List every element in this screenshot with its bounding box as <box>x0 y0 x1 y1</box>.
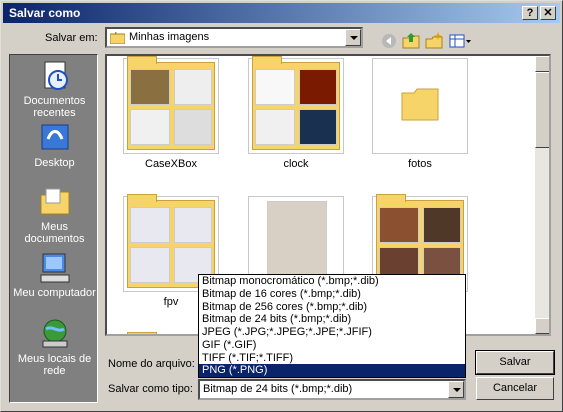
title-bar: Salvar como ? ✕ <box>3 3 560 23</box>
places-bar: Documentos recentes Desktop Meus documen… <box>9 54 98 403</box>
place-label: Meus locais de rede <box>17 353 92 377</box>
cancel-button[interactable]: Cancelar <box>476 377 554 400</box>
file-item[interactable]: clock <box>248 56 344 170</box>
scroll-thumb[interactable] <box>535 72 549 148</box>
file-type-value: Bitmap de 24 bits (*.bmp;*.dib) <box>203 383 353 395</box>
desktop-icon <box>41 124 68 150</box>
file-type-option[interactable]: JPEG (*.JPG;*.JPEG;*.JPE;*.JFIF) <box>199 326 465 339</box>
file-type-option[interactable]: Bitmap de 16 cores (*.bmp;*.dib) <box>199 288 465 301</box>
scroll-down-button[interactable] <box>535 318 549 334</box>
dialog-title: Salvar como <box>9 6 81 20</box>
place-label: Meu computador <box>13 287 96 299</box>
back-icon[interactable] <box>379 31 399 51</box>
up-folder-icon[interactable] <box>401 31 421 51</box>
save-in-dropdown-button[interactable] <box>345 29 361 46</box>
scroll-up-button[interactable] <box>535 56 549 72</box>
place-label: Documentos recentes <box>23 95 86 119</box>
file-item[interactable]: CaseXBox <box>123 56 219 170</box>
network-icon <box>42 319 67 348</box>
file-type-option[interactable]: Bitmap de 256 cores (*.bmp;*.dib) <box>199 301 465 314</box>
file-type-option[interactable]: Bitmap monocromático (*.bmp;*.dib) <box>199 275 465 288</box>
vertical-scrollbar[interactable] <box>535 56 549 334</box>
folder-thumbnail <box>123 56 219 154</box>
folder-icon <box>110 32 125 44</box>
file-type-dropdown-list[interactable]: Bitmap monocromático (*.bmp;*.dib) Bitma… <box>198 274 466 378</box>
place-network[interactable]: Meus locais de rede <box>10 317 99 377</box>
folder-thumbnail <box>248 56 344 154</box>
save-in-value: Minhas imagens <box>129 31 210 43</box>
file-type-option-selected[interactable]: PNG (*.PNG) <box>199 364 465 377</box>
file-type-dropdown-button[interactable] <box>448 381 464 398</box>
save-button[interactable]: Salvar <box>475 350 555 375</box>
my-computer-icon <box>40 253 69 283</box>
place-label: Meus documentos <box>24 221 85 245</box>
help-button[interactable]: ? <box>522 6 538 20</box>
file-name-label: Nome do arquivo: <box>108 358 195 370</box>
folder-thumbnail <box>372 58 468 154</box>
close-button[interactable]: ✕ <box>540 6 556 20</box>
file-type-option[interactable]: GIF (*.GIF) <box>199 339 465 352</box>
save-in-select[interactable]: Minhas imagens <box>105 27 363 48</box>
place-my-documents[interactable]: Meus documentos <box>10 185 99 245</box>
file-type-label: Salvar como tipo: <box>108 383 193 395</box>
save-as-dialog: Salvar como ? ✕ Salvar em: Minhas imagen… <box>0 0 563 412</box>
recent-docs-icon <box>44 61 68 90</box>
place-recent-docs[interactable]: Documentos recentes <box>10 59 99 119</box>
file-name: fotos <box>408 158 432 170</box>
file-type-option[interactable]: TIFF (*.TIF;*.TIFF) <box>199 352 465 365</box>
file-type-option[interactable]: Bitmap de 24 bits (*.bmp;*.dib) <box>199 313 465 326</box>
file-name: clock <box>283 158 309 170</box>
place-label: Desktop <box>34 157 75 169</box>
my-docs-icon <box>40 188 69 215</box>
file-item[interactable]: fotos <box>372 58 468 170</box>
folder-icon <box>401 88 439 121</box>
place-my-computer[interactable]: Meu computador <box>10 251 99 299</box>
view-menu-icon[interactable] <box>448 31 472 51</box>
place-desktop[interactable]: Desktop <box>10 121 99 169</box>
new-folder-icon[interactable] <box>424 31 444 51</box>
save-in-label: Salvar em: <box>45 32 98 44</box>
file-type-select[interactable]: Bitmap de 24 bits (*.bmp;*.dib) <box>198 379 466 400</box>
file-name: CaseXBox <box>145 158 197 170</box>
